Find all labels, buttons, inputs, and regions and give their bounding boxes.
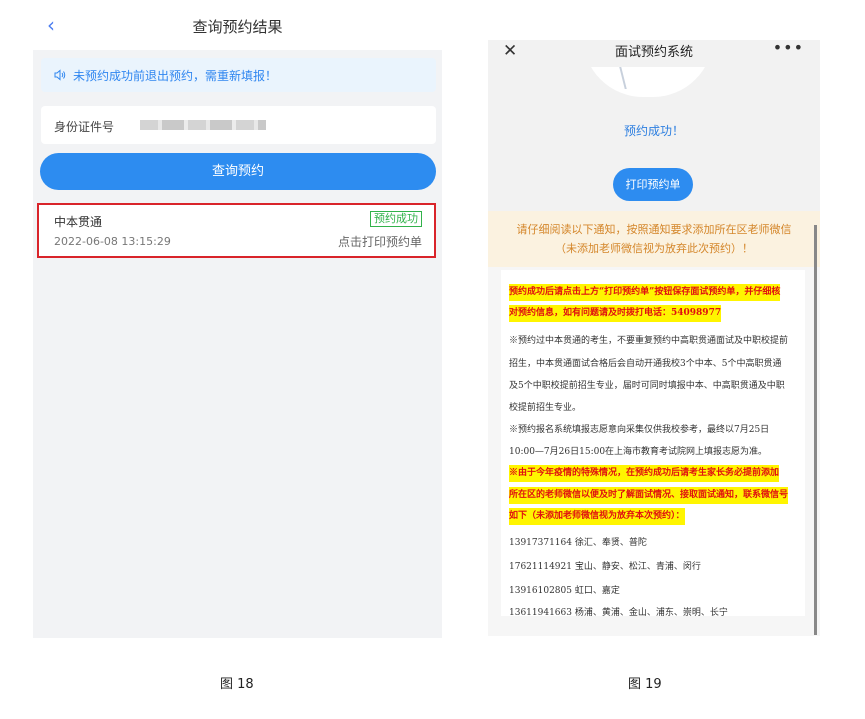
notice-bar: 未预约成功前退出预约，需重新填报！ <box>41 58 436 92</box>
contact-line: 17621114921 宝山、静安、松江、青浦、闵行 <box>509 562 701 572</box>
page-title: 面试预约系统 <box>614 45 693 60</box>
contact-line: 13611941663 杨浦、黄浦、金山、浦东、崇明、长宁 <box>509 608 728 618</box>
contact-line: 13916102805 虹口、嘉定 <box>509 586 620 596</box>
highlight-line: 所在区的老师微信以便及时了解面试情况、接取面试通知，联系微信号 <box>509 487 789 504</box>
highlight-line: ※由于今年疫情的特殊情况，在预约成功后请考生家长务必提前添加 <box>509 465 780 482</box>
notice-line: ※预约过中本贯通的考生，不要重复预约中高职贯通面试及中职校提前 <box>509 336 789 346</box>
notice-line: 招生，中本贯通面试合格后会自动开通我校3个中本、5个中高职贯通 <box>509 359 782 369</box>
header-bar: ‹ 查询预约结果 <box>33 0 442 50</box>
warning-box: 请仔细阅读以下通知，按照通知要求添加所在区老师微信 （未添加老师微信视为放弃此次… <box>488 211 820 267</box>
print-button[interactable]: 打印预约单 <box>613 168 693 201</box>
notice-text: 未预约成功前退出预约，需重新填报！ <box>73 69 278 83</box>
highlight-line: 预约成功后请点击上方“打印预约单”按钮保存面试预约单，并仔细核 <box>509 284 781 301</box>
right-screenshot: 预约成功！ 打印预约单 ✕ 面试预约系统 ••• 请仔细阅读以下通知，按照通知要… <box>488 40 820 636</box>
notice-line: 校提前招生专业。 <box>509 403 582 413</box>
highlight-line: 如下（未添加老师微信视为放弃本次预约）： <box>509 508 685 525</box>
result-card[interactable]: 中本贯通 预约成功 2022-06-08 13:15:29 点击打印预约单 <box>37 203 436 258</box>
id-number-label: 身份证件号 <box>54 120 115 134</box>
success-message: 预约成功！ <box>623 124 684 138</box>
highlight-line: 对预约信息，如有问题请及时拨打电话：54098977 <box>509 305 722 322</box>
print-link[interactable]: 点击打印预约单 <box>338 233 422 250</box>
speaker-icon <box>54 69 66 81</box>
id-number-value-blurred <box>140 120 266 130</box>
notice-line: 10:00—7月26日15:00在上海市教育考试院网上填报志愿为准。 <box>509 447 768 457</box>
more-icon[interactable]: ••• <box>773 40 804 57</box>
success-area: 预约成功！ 打印预约单 <box>488 40 820 211</box>
page-title: 查询预约结果 <box>192 18 283 36</box>
result-program-name: 中本贯通 <box>54 215 103 229</box>
left-screenshot: ‹ 查询预约结果 未预约成功前退出预约，需重新填报！ 身份证件号 查询预约 中本… <box>33 0 442 638</box>
caption-right: 图 19 <box>628 677 662 692</box>
warning-line-2: （未添加老师微信视为放弃此次预约）！ <box>555 242 753 255</box>
notice-line: ※预约报名系统填报志愿意向采集仅供我校参考，最终以7月25日 <box>509 425 770 435</box>
scrollbar[interactable] <box>814 225 817 635</box>
notice-line: 及5个中职校提前招生专业，届时可同时填报中本、中高职贯通及中职 <box>509 381 785 391</box>
contact-line: 13917371164 徐汇、奉贤、普陀 <box>509 538 647 548</box>
warning-line-1: 请仔细阅读以下通知，按照通知要求添加所在区老师微信 <box>516 223 792 236</box>
id-number-field[interactable]: 身份证件号 <box>41 106 436 144</box>
status-badge: 预约成功 <box>370 211 422 227</box>
caption-left: 图 18 <box>220 677 254 692</box>
query-button[interactable]: 查询预约 <box>40 153 436 190</box>
result-timestamp: 2022-06-08 13:15:29 <box>54 235 171 248</box>
notice-document: 预约成功后请点击上方“打印预约单”按钮保存面试预约单，并仔细核 对预约信息，如有… <box>501 270 805 618</box>
header-bar: ✕ 面试预约系统 ••• <box>488 40 820 67</box>
